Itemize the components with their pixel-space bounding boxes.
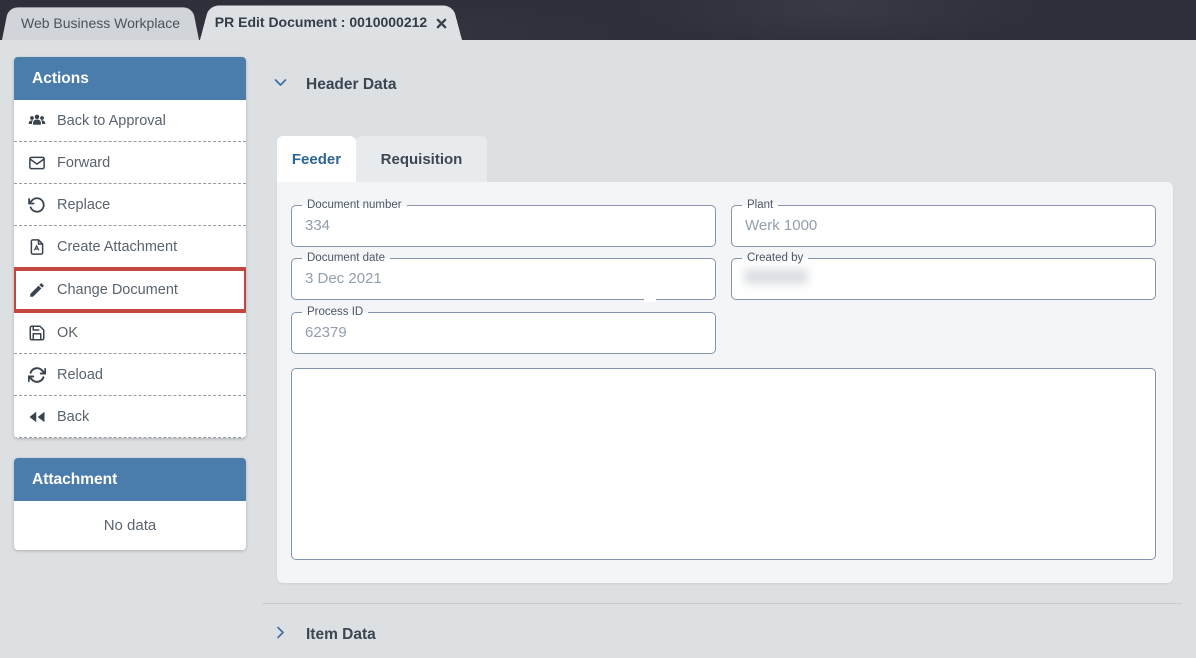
action-create-attachment[interactable]: Create Attachment (14, 226, 246, 268)
process-id-field[interactable]: Process ID 62379 (291, 312, 716, 354)
cursor-artifact (644, 296, 656, 302)
save-icon (28, 324, 46, 342)
section-title: Item Data (306, 626, 376, 644)
tab-label: Feeder (292, 151, 341, 168)
section-divider (262, 603, 1182, 604)
browser-tab-bar: Web Business Workplace PR Edit Document … (0, 0, 1196, 40)
action-label: Back (57, 409, 89, 425)
field-value: Werk 1000 (745, 217, 1155, 234)
action-label: Replace (57, 197, 110, 213)
field-label: Document date (302, 251, 390, 266)
action-label: OK (57, 325, 78, 341)
action-label: Change Document (57, 282, 178, 298)
redacted-value (744, 269, 808, 284)
attachment-panel: Attachment No data (14, 458, 246, 550)
file-pdf-icon (28, 238, 46, 256)
action-change-document[interactable]: Change Document (14, 267, 246, 313)
tab-web-business-workplace[interactable]: Web Business Workplace (2, 5, 199, 40)
rotate-ccw-icon (28, 196, 46, 214)
action-forward[interactable]: Forward (14, 142, 246, 184)
action-reload[interactable]: Reload (14, 354, 246, 396)
close-icon[interactable] (436, 16, 447, 27)
action-label: Reload (57, 367, 103, 383)
field-label: Document number (302, 198, 407, 213)
plant-field[interactable]: Plant Werk 1000 (731, 205, 1156, 247)
tab-feeder[interactable]: Feeder (277, 136, 356, 182)
attachment-empty-text: No data (14, 501, 246, 550)
field-label: Process ID (302, 305, 368, 320)
main-content: Header Data Feeder Requisition Document … (246, 40, 1196, 658)
field-label: Created by (742, 251, 808, 266)
notes-textarea[interactable] (291, 368, 1156, 560)
action-back[interactable]: Back (14, 396, 246, 438)
field-label: Plant (742, 198, 778, 213)
chevron-down-icon (272, 74, 289, 96)
actions-panel: Actions Back to Approval Forward (14, 57, 246, 438)
header-data-section-toggle[interactable]: Header Data (272, 74, 396, 96)
users-icon (28, 112, 46, 130)
created-by-field[interactable]: Created by (731, 258, 1156, 300)
action-ok[interactable]: OK (14, 312, 246, 354)
tab-label: Web Business Workplace (21, 15, 180, 31)
tab-requisition[interactable]: Requisition (356, 136, 487, 182)
action-back-to-approval[interactable]: Back to Approval (14, 100, 246, 142)
refresh-icon (28, 366, 46, 384)
form-tabs: Feeder Requisition (277, 136, 487, 182)
attachment-panel-header: Attachment (14, 458, 246, 501)
item-data-section-toggle[interactable]: Item Data (272, 624, 376, 646)
action-label: Back to Approval (57, 113, 166, 129)
tab-pr-edit-document[interactable]: PR Edit Document : 0010000212 (200, 3, 462, 40)
action-replace[interactable]: Replace (14, 184, 246, 226)
document-date-field[interactable]: Document date 3 Dec 2021 (291, 258, 716, 300)
document-number-field[interactable]: Document number 334 (291, 205, 716, 247)
action-label: Forward (57, 155, 110, 171)
section-title: Header Data (306, 76, 396, 94)
field-value: 62379 (305, 324, 715, 341)
field-value: 3 Dec 2021 (305, 270, 715, 287)
header-data-form-panel: Document number 334 Plant Werk 1000 Docu… (277, 182, 1173, 583)
app-window: Web Business Workplace PR Edit Document … (0, 0, 1196, 658)
field-value: 334 (305, 217, 715, 234)
tab-label: Requisition (381, 151, 463, 168)
rewind-icon (28, 408, 46, 426)
envelope-icon (28, 154, 46, 172)
chevron-right-icon (272, 624, 289, 646)
actions-panel-header: Actions (14, 57, 246, 100)
pencil-icon (28, 281, 46, 299)
action-label: Create Attachment (57, 239, 177, 255)
tab-label: PR Edit Document : 0010000212 (215, 14, 427, 30)
